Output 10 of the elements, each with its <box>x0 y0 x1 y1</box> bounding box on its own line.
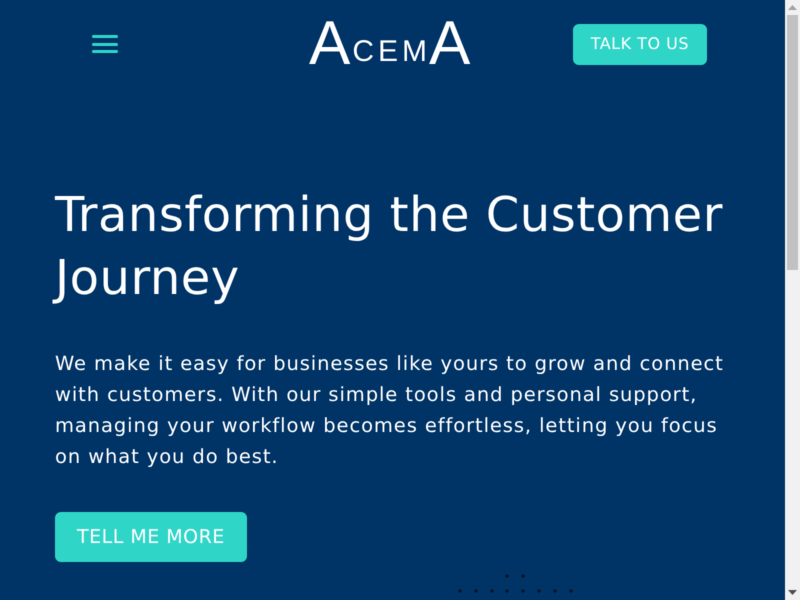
tell-me-more-button[interactable]: TELL ME MORE <box>55 512 247 562</box>
scroll-up-arrow-icon[interactable] <box>788 5 797 10</box>
scroll-down-arrow-icon[interactable] <box>788 590 797 595</box>
scrollbar-thumb[interactable] <box>787 15 798 270</box>
talk-to-us-button[interactable]: TALK TO US <box>572 24 707 64</box>
hero-title: Transforming the Customer Journey <box>55 184 770 310</box>
menu-icon[interactable] <box>92 35 118 53</box>
hero-description: We make it easy for businesses like yours to grow and connect with customers. With our simple tools and personal support, managing your workflow becomes effortless, letting you focus on what you do best. <box>55 351 725 470</box>
scrollbar[interactable] <box>785 0 800 600</box>
logo[interactable]: ACEMA <box>309 20 470 68</box>
